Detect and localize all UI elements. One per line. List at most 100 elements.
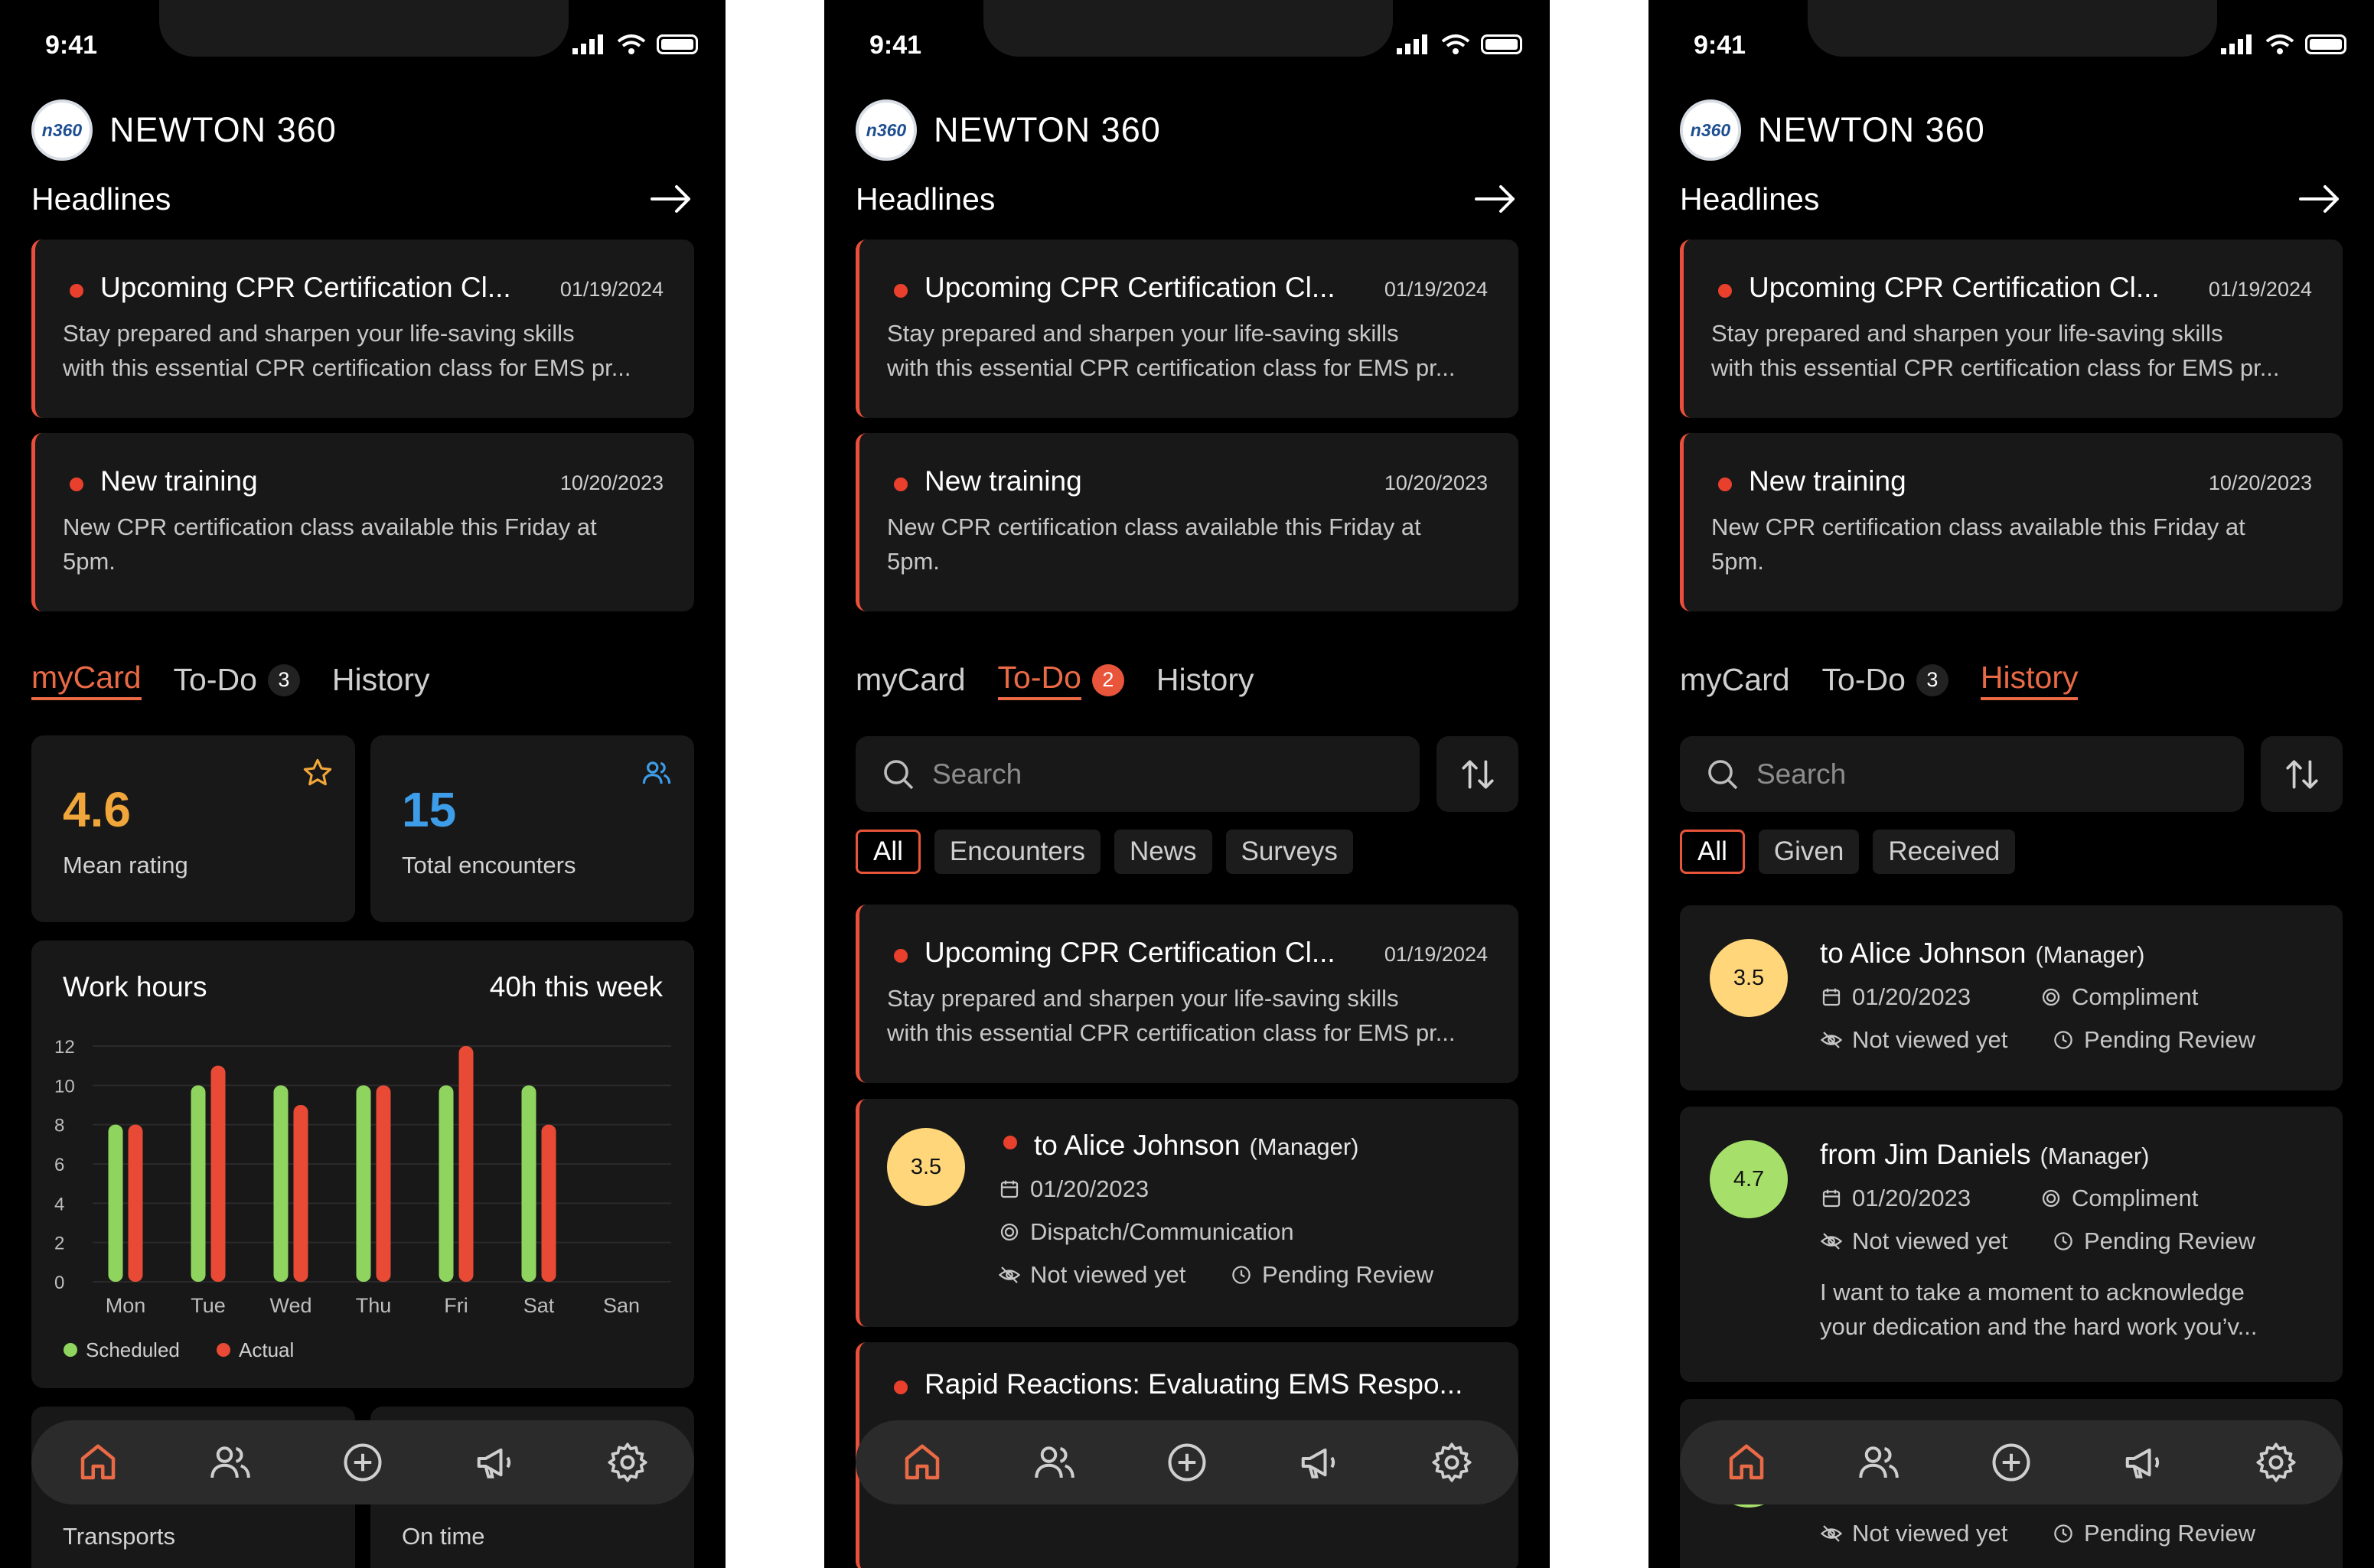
nav-add[interactable] [1977, 1428, 2046, 1497]
recipient-name: to Alice Johnson [1034, 1130, 1241, 1161]
filter-chips: All Encounters News Surveys [856, 830, 1353, 874]
nav-home[interactable] [1712, 1428, 1781, 1497]
tab-mycard[interactable]: myCard [856, 662, 966, 698]
x-tick-label: San [603, 1294, 640, 1317]
tab-todo[interactable]: To-Do 3 [1822, 662, 1948, 698]
headline-card[interactable]: Upcoming CPR Certification Cl... 01/19/2… [1680, 240, 2343, 418]
nav-add[interactable] [328, 1428, 397, 1497]
x-tick-label: Sat [523, 1294, 555, 1317]
x-tick-label: Thu [356, 1294, 392, 1317]
legend-label: Scheduled [86, 1338, 180, 1361]
filter-received[interactable]: Received [1873, 830, 2016, 874]
gear-icon [1432, 1442, 1472, 1482]
filter-news[interactable]: News [1114, 830, 1212, 874]
todo-news-card[interactable]: Upcoming CPR Certification Cl... 01/19/2… [856, 905, 1518, 1083]
headline-card[interactable]: New training 10/20/2023 New CPR certific… [856, 433, 1518, 611]
headline-body-line: Stay prepared and sharpen your life-savi… [1711, 320, 2223, 347]
nav-settings[interactable] [593, 1428, 662, 1497]
nav-home[interactable] [888, 1428, 957, 1497]
history-message-line: I want to take a moment to acknowledge [1820, 1279, 2245, 1306]
nav-people[interactable] [1020, 1428, 1089, 1497]
filter-encounters[interactable]: Encounters [934, 830, 1101, 874]
headline-card[interactable]: New training 10/20/2023 New CPR certific… [31, 433, 694, 611]
headline-card[interactable]: Upcoming CPR Certification Cl... 01/19/2… [856, 240, 1518, 418]
arrow-right-icon[interactable] [2299, 184, 2342, 214]
todo-body-line: with this essential CPR certification cl… [887, 1019, 1456, 1046]
mean-rating-label: Mean rating [63, 852, 188, 879]
headline-date: 01/19/2024 [2208, 278, 2312, 301]
nav-settings[interactable] [2242, 1428, 2310, 1497]
tab-bar: myCard To-Do 2 History [856, 660, 1286, 700]
tab-history[interactable]: History [1980, 660, 2079, 700]
gear-icon [2256, 1442, 2296, 1482]
users-icon [642, 761, 671, 784]
home-icon [80, 1444, 115, 1480]
status-icons [2221, 34, 2346, 55]
headline-body-line: New CPR certification class available th… [887, 513, 1421, 540]
sort-button[interactable] [2261, 736, 2343, 812]
unread-dot [1003, 1136, 1017, 1149]
history-item[interactable]: 4.7 from Jim Daniels (Manager) 01/20/2023… [1680, 1107, 2343, 1382]
tab-label: myCard [31, 660, 142, 700]
nav-announcements[interactable] [2109, 1428, 2178, 1497]
app-name: NEWTON 360 [109, 110, 337, 149]
tab-mycard[interactable]: myCard [1680, 662, 1790, 698]
tab-history[interactable]: History [332, 662, 430, 698]
y-tick-label: 12 [54, 1037, 75, 1058]
history-item[interactable]: 3.5 to Alice Johnson (Manager) 01/20/2023… [1680, 905, 2343, 1090]
todo-title: Upcoming CPR Certification Cl... [924, 937, 1335, 968]
todo-body-line: Stay prepared and sharpen your life-savi… [887, 985, 1399, 1012]
nav-settings[interactable] [1417, 1428, 1486, 1497]
legend-swatch [64, 1343, 77, 1357]
clock-icon [1232, 1266, 1251, 1284]
search-box [1680, 736, 2244, 812]
add-circle-icon [344, 1443, 382, 1482]
nav-home[interactable] [64, 1428, 132, 1497]
app-brand: n360 NEWTON 360 [856, 99, 1161, 161]
tab-label: myCard [856, 662, 966, 697]
filter-all[interactable]: All [856, 830, 921, 874]
arrow-right-icon[interactable] [1475, 184, 1518, 214]
status-time: 9:41 [1694, 31, 1746, 60]
sort-button[interactable] [1436, 736, 1518, 812]
nav-add[interactable] [1153, 1428, 1221, 1497]
tab-todo[interactable]: To-Do 2 [997, 660, 1124, 700]
headline-card[interactable]: New training 10/20/2023 New CPR certific… [1680, 433, 2343, 611]
history-viewed: Not viewed yet [1820, 1520, 2007, 1547]
nav-announcements[interactable] [1285, 1428, 1354, 1497]
tab-mycard[interactable]: myCard [31, 660, 142, 700]
megaphone-icon [477, 1448, 511, 1478]
todo-encounter-card[interactable]: 3.5 to Alice Johnson (Manager) 01/20/2023… [856, 1099, 1518, 1327]
tab-history[interactable]: History [1156, 662, 1254, 698]
history-status-text: Pending Review [2084, 1026, 2256, 1053]
notch [983, 0, 1393, 57]
search-input[interactable] [1755, 757, 2217, 791]
filter-all[interactable]: All [1680, 830, 1745, 874]
sender-name: from Jim Daniels [1820, 1139, 2031, 1170]
tab-todo[interactable]: To-Do 3 [174, 662, 300, 698]
encounter-category-text: Dispatch/Communication [1030, 1218, 1294, 1245]
total-encounters-card[interactable]: 15 Total encounters [370, 735, 694, 922]
nav-people[interactable] [196, 1428, 265, 1497]
bar-scheduled [439, 1085, 454, 1282]
arrow-right-icon[interactable] [651, 184, 693, 214]
mean-rating-card[interactable]: 4.6 Mean rating [31, 735, 355, 922]
history-status-text: Pending Review [2084, 1520, 2256, 1547]
bar-scheduled [273, 1085, 289, 1282]
phone-screen-history: 9:41 n360 NEWTON 360 Headlines Upcoming … [1648, 0, 2374, 1568]
nav-people[interactable] [1844, 1428, 1913, 1497]
filter-surveys[interactable]: Surveys [1225, 830, 1353, 874]
bar-scheduled [191, 1085, 206, 1282]
filter-given[interactable]: Given [1758, 830, 1860, 874]
app-logo: n360 [1680, 99, 1741, 161]
search-input[interactable] [931, 757, 1393, 791]
headline-card[interactable]: Upcoming CPR Certification Cl... 01/19/2… [31, 240, 694, 418]
todo-count-badge: 3 [1916, 663, 1948, 696]
nav-announcements[interactable] [461, 1428, 530, 1497]
history-status: Pending Review [2052, 1227, 2255, 1255]
phone-screen-todo: 9:41 n360 NEWTON 360 Headlines Upcoming … [824, 0, 1550, 1568]
bar-scheduled [356, 1085, 371, 1282]
y-tick-label: 8 [54, 1116, 64, 1136]
recipient-role: (Manager) [1249, 1133, 1359, 1160]
sort-icon [2285, 759, 2318, 789]
